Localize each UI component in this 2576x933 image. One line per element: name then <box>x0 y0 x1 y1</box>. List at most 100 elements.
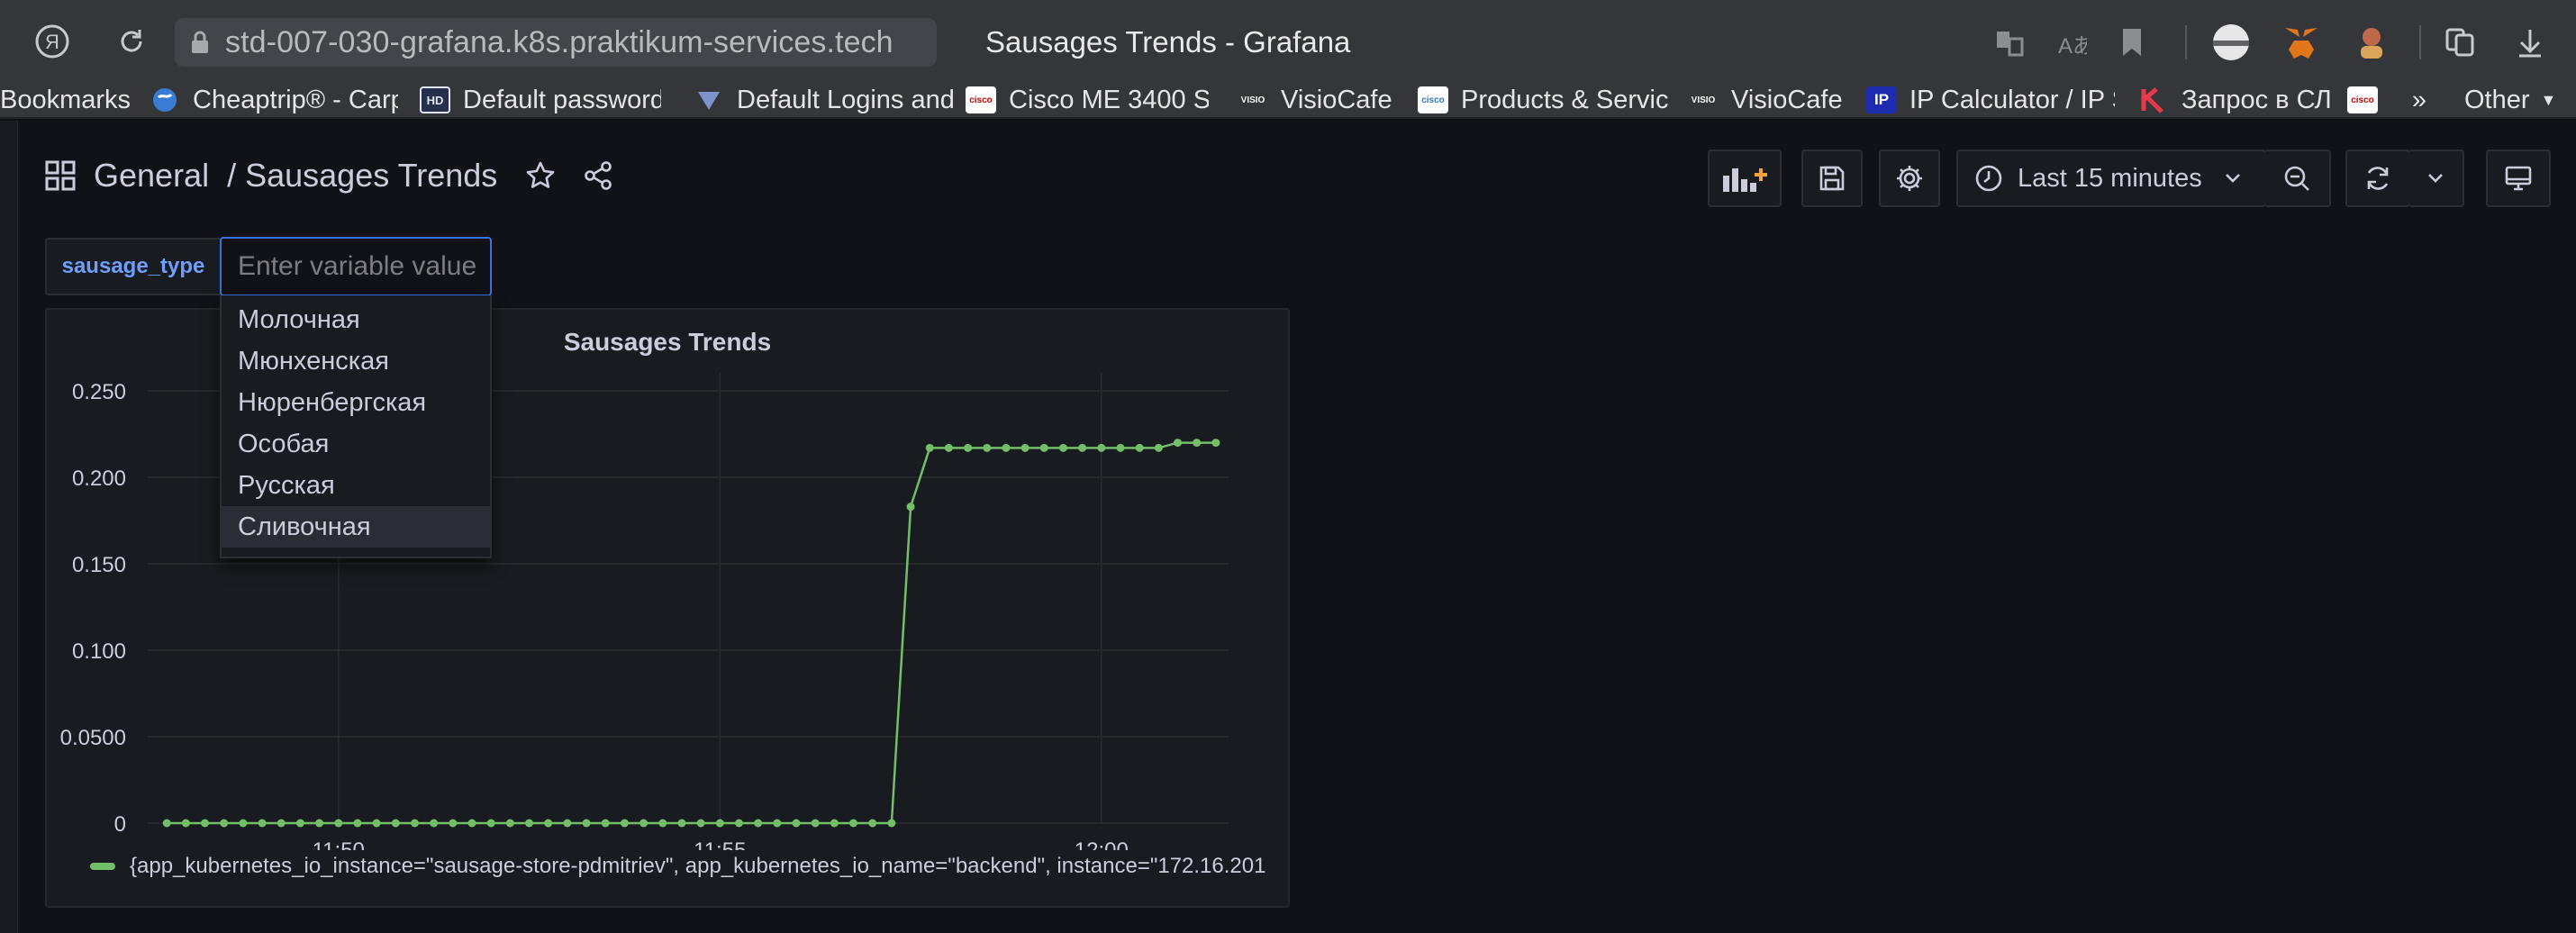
variable-option[interactable]: Мюнхенская <box>222 340 490 382</box>
visio-icon: VISIO <box>1240 95 1265 105</box>
download-icon[interactable] <box>2508 20 2553 65</box>
data-point <box>334 819 343 828</box>
bookmark-visiocafe-2[interactable]: VISIO VisioCafe <box>1688 83 1859 117</box>
data-point <box>1039 443 1048 452</box>
cisco-icon: cisco <box>2347 86 2378 113</box>
bookmark-visiocafe[interactable]: VISIO VisioCafe <box>1238 83 1409 117</box>
variable-option[interactable]: Нюренбергская <box>222 382 490 423</box>
data-point <box>486 819 495 828</box>
variable-option[interactable]: Сливочная <box>222 506 490 548</box>
data-point <box>1078 443 1087 452</box>
variable-options-dropdown: Молочная Мюнхенская Нюренбергская Особая Рус… <box>220 295 492 558</box>
reader-icon[interactable]: Aあ <box>2048 20 2093 65</box>
zoom-out-icon <box>2284 166 2309 191</box>
add-panel-icon <box>1723 168 1767 192</box>
bookmarks-folder[interactable]: Bookmarks <box>0 83 135 117</box>
data-point <box>944 443 953 452</box>
legend-swatch <box>90 863 115 870</box>
bookmark-icon[interactable] <box>2109 20 2154 65</box>
refresh-icon <box>2367 167 2389 190</box>
bookmark-cheaptrip[interactable]: Cheaptrip® - Carp <box>150 83 398 117</box>
share-icon[interactable] <box>578 156 618 195</box>
side-menu-edge <box>0 121 18 933</box>
dashboard-title[interactable]: Sausages Trends <box>245 157 497 195</box>
data-point <box>1135 443 1144 452</box>
browser-toolbar: Я std-007-030-grafana.k8s.praktikum-serv… <box>0 0 2576 83</box>
grafana-app: General / Sausages Trends Last 15 minute… <box>0 121 2576 933</box>
refresh-interval-button[interactable] <box>2408 149 2464 207</box>
variable-option[interactable]: Особая <box>222 423 490 465</box>
avatar-extension-icon[interactable] <box>2349 20 2394 65</box>
data-point <box>544 819 553 828</box>
star-icon[interactable] <box>521 156 560 195</box>
x-tick-label: 11:50 <box>313 838 365 850</box>
bookmark-ip-calculator[interactable]: IP IP Calculator / IP S <box>1866 83 2115 117</box>
data-point <box>754 819 763 828</box>
other-bookmarks[interactable]: Other ▼ <box>2464 83 2576 117</box>
data-point <box>658 819 667 828</box>
variable-value-input[interactable] <box>238 251 490 282</box>
data-point <box>1154 443 1163 452</box>
data-point <box>964 443 973 452</box>
variable-option[interactable]: Молочная <box>222 299 490 340</box>
dashboard-grid-icon[interactable] <box>43 159 77 193</box>
data-point <box>868 819 877 828</box>
data-point <box>315 819 324 828</box>
metamask-icon[interactable] <box>2279 20 2324 65</box>
data-point <box>258 819 267 828</box>
data-point <box>277 819 286 828</box>
reload-icon[interactable] <box>104 16 159 67</box>
data-point <box>582 819 591 828</box>
dashboard-settings-button[interactable] <box>1879 149 1940 207</box>
bookmark-zapros[interactable]: Запрос в СЛ <box>2138 83 2336 117</box>
translate-page-icon[interactable] <box>1987 20 2032 65</box>
add-panel-button[interactable] <box>1708 149 1782 207</box>
vpn-extension-icon[interactable] <box>2209 20 2254 65</box>
refresh-button[interactable] <box>2345 149 2410 207</box>
data-point <box>811 819 820 828</box>
data-point <box>983 443 992 452</box>
tv-mode-button[interactable] <box>2486 149 2551 207</box>
data-point <box>505 819 514 828</box>
y-tick-label: 0 <box>114 812 126 837</box>
toolbar-divider-2 <box>2419 25 2421 59</box>
y-tick-label: 0.250 <box>72 380 126 404</box>
bookmark-default-logins[interactable]: Default Logins and <box>694 83 985 117</box>
breadcrumb-folder[interactable]: General <box>94 157 209 195</box>
data-point <box>430 819 439 828</box>
browser-page-title: Sausages Trends - Grafana <box>985 25 1351 59</box>
bookmarks-overflow-button[interactable]: » <box>2401 83 2437 117</box>
data-point <box>1058 443 1067 452</box>
time-range-picker[interactable]: Last 15 minutes <box>1956 149 2266 207</box>
variable-option[interactable]: Русская <box>222 465 490 506</box>
variable-value-input-wrapper[interactable] <box>220 237 492 296</box>
data-point <box>353 819 362 828</box>
bookmark-products-services[interactable]: cisco Products & Servic <box>1418 83 1673 117</box>
save-dashboard-button[interactable] <box>1801 149 1863 207</box>
bookmark-cisco-me[interactable]: cisco Cisco ME 3400 Se <box>966 83 1209 117</box>
data-point <box>181 819 190 828</box>
chart-legend: {app_kubernetes_io_instance="sausage-sto… <box>90 854 1288 879</box>
legend-series-label[interactable]: {app_kubernetes_io_instance="sausage-sto… <box>130 854 1265 879</box>
yandex-icon[interactable]: Я <box>25 16 79 67</box>
cisco-icon: cisco <box>1418 86 1448 113</box>
svg-text:Я: Я <box>45 31 59 53</box>
data-point <box>601 819 610 828</box>
y-tick-label: 0.0500 <box>60 726 126 750</box>
data-point <box>906 503 915 512</box>
address-bar[interactable]: std-007-030-grafana.k8s.praktikum-servic… <box>175 18 937 67</box>
zoom-out-button[interactable] <box>2264 149 2331 207</box>
k-icon <box>2138 86 2169 113</box>
url-text: std-007-030-grafana.k8s.praktikum-servic… <box>225 24 893 59</box>
breadcrumb-separator: / <box>227 157 237 194</box>
bookmark-cisco-3[interactable]: cisco <box>2347 83 2387 117</box>
save-icon <box>1819 166 1845 191</box>
chevron-down-icon <box>2225 174 2240 183</box>
data-point <box>239 819 248 828</box>
cisco-icon: cisco <box>966 86 996 113</box>
caret-down-icon: ▼ <box>2540 90 2557 109</box>
collections-icon[interactable] <box>2437 20 2482 65</box>
hd-icon: HD <box>420 86 450 113</box>
bookmark-default-password[interactable]: HD Default password <box>420 83 661 117</box>
data-point <box>220 819 229 828</box>
